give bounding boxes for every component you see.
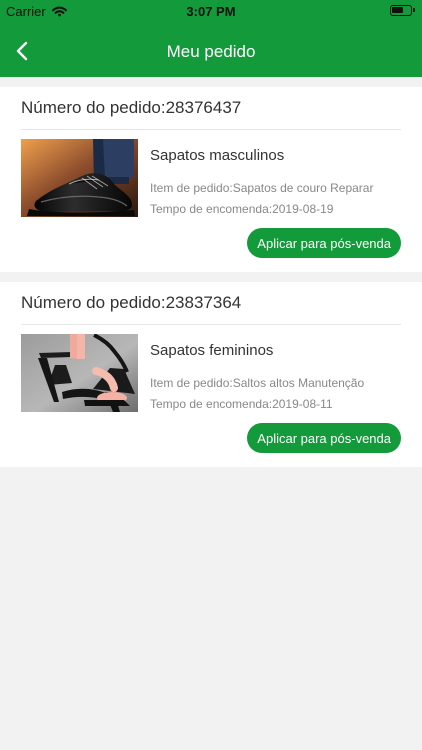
item-name: Sapatos femininos	[150, 342, 274, 359]
after-sales-button[interactable]: Aplicar para pós-venda	[247, 423, 401, 453]
order-card-2: Número do pedido:23837364 Sapatos femini…	[0, 282, 422, 467]
header: Carrier 3:07 PM Meu pedido	[0, 0, 422, 77]
page-title: Meu pedido	[166, 42, 256, 61]
order-time: Tempo de encomenda:2019-08-19	[150, 202, 334, 216]
order-time: Tempo de encomenda:2019-08-11	[150, 397, 333, 411]
item-detail: Item de pedido:Sapatos de couro Reparar	[150, 181, 374, 195]
order-item: Sapatos masculinos Item de pedido:Sapato…	[21, 130, 401, 228]
order-number: Número do pedido:23837364	[21, 282, 401, 325]
order-number: Número do pedido:28376437	[21, 87, 401, 130]
product-image-men-shoe	[21, 139, 138, 217]
order-action-row: Aplicar para pós-venda	[21, 423, 401, 468]
status-bar: Carrier 3:07 PM	[0, 0, 422, 22]
item-name: Sapatos masculinos	[150, 147, 285, 164]
status-time: 3:07 PM	[186, 4, 236, 19]
item-info: Sapatos masculinos Item de pedido:Sapato…	[150, 139, 373, 228]
item-detail: Item de pedido:Saltos altos Manutenção	[150, 376, 365, 390]
product-image-women-shoe	[21, 334, 138, 412]
order-item: Sapatos femininos Item de pedido:Saltos …	[21, 325, 401, 423]
navigation-bar: Meu pedido	[0, 26, 422, 77]
after-sales-button[interactable]: Aplicar para pós-venda	[247, 228, 401, 258]
item-info: Sapatos femininos Item de pedido:Saltos …	[150, 334, 364, 423]
order-card-1: Número do pedido:28376437 Sapatos mascul…	[0, 87, 422, 272]
order-action-row: Aplicar para pós-venda	[21, 228, 401, 273]
battery-icon	[390, 5, 415, 16]
